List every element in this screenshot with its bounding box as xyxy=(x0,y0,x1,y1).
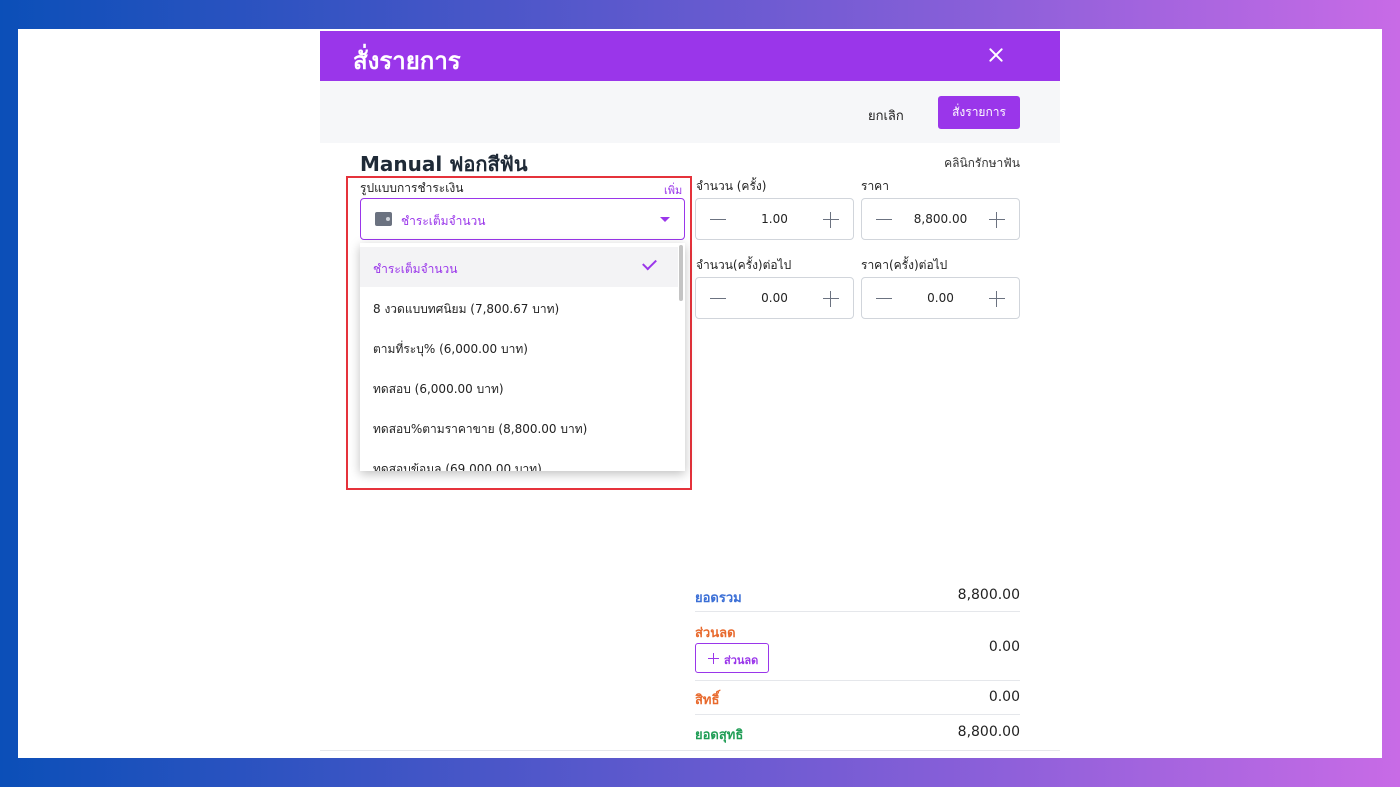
summary-divider xyxy=(695,714,1020,715)
plus-icon[interactable] xyxy=(989,212,1005,228)
chevron-down-icon xyxy=(660,217,670,222)
price-stepper: 8,800.00 xyxy=(861,198,1020,240)
modal-toolbar: ยกเลิก สั่งรายการ xyxy=(320,81,1060,143)
qty-value[interactable]: 1.00 xyxy=(736,212,813,226)
order-button[interactable]: สั่งรายการ xyxy=(938,96,1020,129)
next-price-value[interactable]: 0.00 xyxy=(902,291,979,305)
net-value: 8,800.00 xyxy=(957,724,1020,740)
dropdown-option-label: ทดสอบ (6,000.00 บาท) xyxy=(373,382,504,396)
dropdown-option-label: ชำระเต็มจำนวน xyxy=(373,262,458,276)
dropdown-option-label: ทดสอบ%ตามราคาขาย (8,800.00 บาท) xyxy=(373,422,588,436)
minus-icon[interactable] xyxy=(710,219,726,220)
dropdown-option-label: ตามที่ระบุ% (6,000.00 บาท) xyxy=(373,342,528,356)
wallet-icon xyxy=(375,212,392,226)
modal-header: สั่งรายการ xyxy=(320,31,1060,81)
next-price-label: ราคา(ครั้ง)ต่อไป xyxy=(861,258,948,272)
add-discount-button[interactable]: ส่วนลด xyxy=(695,643,769,673)
dropdown-option-label: 8 งวดแบบทศนิยม (7,800.67 บาท) xyxy=(373,302,560,316)
cancel-button[interactable]: ยกเลิก xyxy=(868,105,904,126)
modal-title: สั่งรายการ xyxy=(353,47,461,75)
payment-method-label: รูปแบบการชำระเงิน xyxy=(360,181,464,195)
plus-icon xyxy=(708,653,719,664)
screenshot-frame: สั่งรายการ ยกเลิก สั่งรายการ Manual ฟอกส… xyxy=(18,29,1382,758)
qty-label: จำนวน (ครั้ง) xyxy=(696,179,767,193)
dropdown-option[interactable]: ตามที่ระบุ% (6,000.00 บาท) xyxy=(360,327,678,367)
plus-icon[interactable] xyxy=(823,291,839,307)
dropdown-option[interactable]: ชำระเต็มจำนวน xyxy=(360,247,678,287)
rights-value: 0.00 xyxy=(988,689,1020,705)
clinic-name: คลินิกรักษาฟัน xyxy=(944,156,1020,170)
dropdown-option[interactable]: ทดสอบข้อมูล (69,000.00 บาท) xyxy=(360,447,678,471)
summary-divider xyxy=(695,680,1020,681)
close-icon[interactable] xyxy=(984,43,1008,67)
total-label: ยอดรวม xyxy=(695,591,742,606)
dropdown-option[interactable]: ทดสอบ%ตามราคาขาย (8,800.00 บาท) xyxy=(360,407,678,447)
payment-method-dropdown: ชำระเต็มจำนวน 8 งวดแบบทศนิยม (7,800.67 บ… xyxy=(360,243,685,471)
dropdown-option[interactable]: ทดสอบ (6,000.00 บาท) xyxy=(360,367,678,407)
minus-icon[interactable] xyxy=(710,298,726,299)
payment-method-select[interactable]: ชำระเต็มจำนวน xyxy=(360,198,685,240)
add-discount-label: ส่วนลด xyxy=(724,654,759,667)
dropdown-scrollbar[interactable] xyxy=(679,245,683,301)
price-label: ราคา xyxy=(861,179,889,193)
total-value: 8,800.00 xyxy=(957,587,1020,603)
dropdown-option[interactable]: 8 งวดแบบทศนิยม (7,800.67 บาท) xyxy=(360,287,678,327)
dropdown-option-label: ทดสอบข้อมูล (69,000.00 บาท) xyxy=(373,462,542,471)
next-qty-value[interactable]: 0.00 xyxy=(736,291,813,305)
minus-icon[interactable] xyxy=(876,219,892,220)
minus-icon[interactable] xyxy=(876,298,892,299)
modal-bottom-divider xyxy=(320,750,1060,751)
rights-label: สิทธิ์ xyxy=(695,693,720,708)
plus-icon[interactable] xyxy=(823,212,839,228)
order-modal: สั่งรายการ ยกเลิก สั่งรายการ Manual ฟอกส… xyxy=(320,31,1060,758)
next-price-stepper: 0.00 xyxy=(861,277,1020,319)
next-qty-stepper: 0.00 xyxy=(695,277,854,319)
payment-method-value: ชำระเต็มจำนวน xyxy=(401,214,486,228)
price-value[interactable]: 8,800.00 xyxy=(902,212,979,226)
add-payment-link[interactable]: เพิ่ม xyxy=(664,181,682,199)
check-icon xyxy=(642,255,657,271)
discount-value: 0.00 xyxy=(988,639,1020,655)
plus-icon[interactable] xyxy=(989,291,1005,307)
net-label: ยอดสุทธิ xyxy=(695,728,744,743)
next-qty-label: จำนวน(ครั้ง)ต่อไป xyxy=(696,258,792,272)
summary-divider xyxy=(695,611,1020,612)
qty-stepper: 1.00 xyxy=(695,198,854,240)
discount-label: ส่วนลด xyxy=(695,626,736,641)
